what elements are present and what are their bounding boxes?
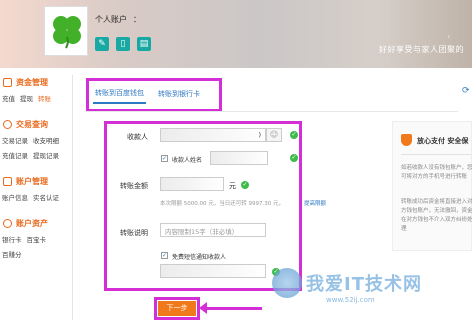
safety-title: 放心支付 安全保 (417, 137, 469, 145)
search-icon (3, 119, 12, 129)
arrow-line (204, 307, 262, 310)
sidebar-item-bank-card[interactable]: 银行卡 (2, 234, 22, 244)
sms-label: 免费短信通知收款人 (172, 254, 227, 261)
sidebar-divider (72, 75, 73, 320)
wallet-icon (3, 77, 12, 87)
amount-hint: 本次限额 5000.00 元，当日还可转 9997.30 元， (160, 201, 284, 207)
sidebar-section-funds: 资金管理 充值 提现 转账 (0, 75, 70, 103)
tab-divider (86, 111, 458, 112)
card-icon[interactable]: ▤ (137, 37, 151, 51)
safety-text-2: 转账成功后资金将直接进入对方钱包账户，无法撤回，资金在对方钱包不介入双方纠纷处理 (401, 199, 472, 232)
sms-phone-input[interactable] (160, 264, 266, 278)
sidebar-title-assets[interactable]: 账户资产 (16, 218, 48, 229)
account-colon: ： (133, 15, 141, 24)
sidebar-item-verification[interactable]: 实名认证 (33, 192, 59, 202)
next-button[interactable]: 下一步 (158, 301, 196, 316)
assets-icon (3, 218, 12, 228)
sidebar-item-withdraw[interactable]: 提现 (20, 93, 33, 103)
sidebar-item-points[interactable]: 百赚分 (2, 249, 22, 259)
payee-name-ok-icon: ✓ (290, 154, 298, 162)
sidebar: 资金管理 充值 提现 转账 交易查询 交易记录 收支明细 充值记录 提现记录 账… (0, 75, 70, 320)
amount-ok-icon: ✓ (241, 181, 249, 189)
watermark-text: 我爱IT技术网 (306, 274, 422, 295)
note-input[interactable]: 内容限制15字（非必填） (160, 223, 266, 237)
sidebar-item-account-info[interactable]: 账户信息 (2, 192, 28, 202)
phone-icon[interactable]: ▯ (116, 37, 130, 51)
help-icon[interactable]: ⟳ (462, 86, 470, 96)
sidebar-section-account: 账户管理 账户信息 实名认证 (0, 174, 70, 202)
sidebar-item-statement[interactable]: 收支明细 (33, 135, 59, 145)
sidebar-title-funds[interactable]: 资金管理 (16, 77, 48, 88)
sms-checkbox[interactable]: ✓ (161, 252, 168, 259)
payee-label: 收款人 (127, 133, 148, 141)
payee-name-input[interactable] (210, 151, 268, 165)
account-icon (3, 176, 12, 186)
sidebar-section-assets: 账户资产 银行卡 百宝卡 百赚分 (0, 216, 70, 259)
transfer-tabs: 转账到百度钱包 转账到银行卡 (86, 78, 222, 112)
sidebar-item-withdraw-records[interactable]: 提现记录 (33, 150, 59, 160)
slogan-top: ， (447, 31, 454, 39)
slogan: 好好享受与家人团聚的 (379, 45, 464, 54)
sidebar-title-account[interactable]: 账户管理 (16, 176, 48, 187)
account-label: 个人账户 (95, 15, 127, 24)
safety-divider (401, 154, 471, 155)
avatar[interactable] (44, 6, 88, 56)
watermark-logo-icon (272, 268, 302, 298)
contacts-icon[interactable]: ☺ (266, 128, 282, 142)
tab-to-wallet[interactable]: 转账到百度钱包 (93, 86, 146, 104)
watermark-url: www.52ij.com (326, 296, 375, 304)
sidebar-title-query[interactable]: 交易查询 (16, 119, 48, 130)
safety-panel: 放心支付 安全保 如若收款人没有钱包账户，您可将对方的手机号进行转账 转账成功后… (392, 121, 472, 251)
sidebar-item-treasure-card[interactable]: 百宝卡 (27, 234, 47, 244)
note-label: 转账说明 (120, 229, 148, 237)
amount-unit: 元 (229, 182, 236, 190)
sidebar-item-transactions[interactable]: 交易记录 (2, 135, 28, 145)
payee-input[interactable]: ) (160, 128, 266, 142)
shield-icon (401, 134, 412, 146)
amount-input[interactable] (160, 177, 224, 191)
clover-icon (53, 16, 81, 49)
raise-limit-link[interactable]: 提高限额 (304, 199, 326, 207)
safety-text-1: 如若收款人没有钱包账户，您可将对方的手机号进行转账 (401, 165, 472, 180)
sidebar-section-query: 交易查询 交易记录 收支明细 充值记录 提现记录 (0, 117, 70, 160)
sidebar-item-recharge-records[interactable]: 充值记录 (2, 150, 28, 160)
payee-name-checkbox[interactable]: ✓ (161, 155, 168, 162)
header-banner: 个人账户 ： ✎ ▯ ▤ ， 好好享受与家人团聚的 (0, 0, 472, 68)
edit-icon[interactable]: ✎ (95, 37, 109, 51)
amount-label: 转账金额 (120, 182, 148, 190)
payee-name-label: 收款人姓名 (172, 157, 203, 164)
tab-to-bank[interactable]: 转账到银行卡 (156, 87, 202, 103)
sidebar-item-recharge[interactable]: 充值 (2, 93, 15, 103)
sidebar-item-transfer[interactable]: 转账 (38, 93, 51, 103)
payee-ok-icon: ✓ (290, 131, 298, 139)
